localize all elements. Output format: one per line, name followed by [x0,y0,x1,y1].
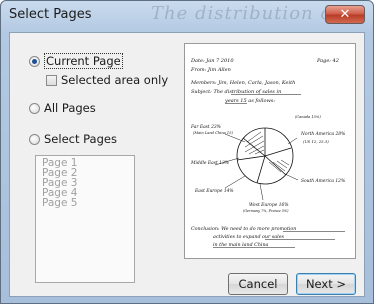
next-button[interactable]: Next > [296,273,356,295]
preview-label-north-america: North America 28% [300,132,345,137]
cancel-button[interactable]: Cancel [228,273,288,295]
preview-pie-chart [236,127,294,185]
preview-subject: Subject: The distribution of sales in [191,89,281,95]
title-bar[interactable]: Select Pages The distribution of ✕ [1,1,373,33]
preview-label-far-east: Far East 23% [190,125,221,130]
preview-label-west-europe: West Europe 16% [249,203,289,208]
preview-label-south-america: South America 12% [301,179,345,184]
preview-conclusion-2: activities to expand our sales [213,234,285,240]
list-item-page-5[interactable]: Page 5 [42,198,128,209]
preview-conclusion-3: in the main land China [213,242,269,248]
preview-subject-2: years 15 as follows: [224,98,275,104]
preview-label-west-europe-sub: (Germany 7%, France 5%) [243,209,289,213]
preview-label-east-europe: East Europe 14% [194,189,234,194]
dialog-body: Current Page Selected area only All Page… [9,32,365,297]
page-preview: Date: Jan 7 2010 Page: 42 From: Jim Alle… [184,43,356,259]
page-listbox[interactable]: Page 1 Page 2 Page 3 Page 4 Page 5 [35,155,135,283]
radio-current-page-label: Current Page [44,53,123,69]
radio-current-page[interactable]: Current Page [29,53,123,69]
radio-select-pages-indicator[interactable] [29,133,40,145]
preview-pie-hatching [244,131,290,173]
radio-select-pages-label: Select Pages [44,132,117,146]
preview-date: Date: Jan 7 2010 [190,58,234,64]
preview-members: Members: Jim, Helen, Carla, Jason, Keith [190,80,295,86]
preview-label-north-america-sub: (US 12, 25.3) [303,139,329,144]
preview-label-middle-east: Middle East 13% [190,161,229,166]
preview-note-canada: (Canada 15%) [295,115,321,119]
preview-conclusion-1: Conclusion: We need to do more promotion [191,226,296,232]
background-handwriting: The distribution of [151,3,340,24]
close-button[interactable]: ✕ [325,5,365,24]
radio-all-pages-label: All Pages [44,101,96,115]
radio-all-pages[interactable]: All Pages [29,101,96,115]
preview-from: From: Jim Allen [190,67,231,73]
checkbox-selected-area-box[interactable] [46,74,57,86]
checkbox-selected-area[interactable]: Selected area only [46,73,168,87]
preview-page: Page: 42 [316,58,339,64]
radio-select-pages[interactable]: Select Pages [29,132,117,146]
handwritten-page-image: Date: Jan 7 2010 Page: 42 From: Jim Alle… [190,58,345,248]
preview-label-far-east-sub: (Main Land China 15) [193,131,234,135]
dialog-title: Select Pages [9,7,92,22]
radio-current-page-indicator[interactable] [29,55,40,67]
select-pages-dialog: Select Pages The distribution of ✕ Curre… [0,0,374,304]
checkbox-selected-area-label: Selected area only [61,73,169,87]
radio-all-pages-indicator[interactable] [29,102,40,114]
